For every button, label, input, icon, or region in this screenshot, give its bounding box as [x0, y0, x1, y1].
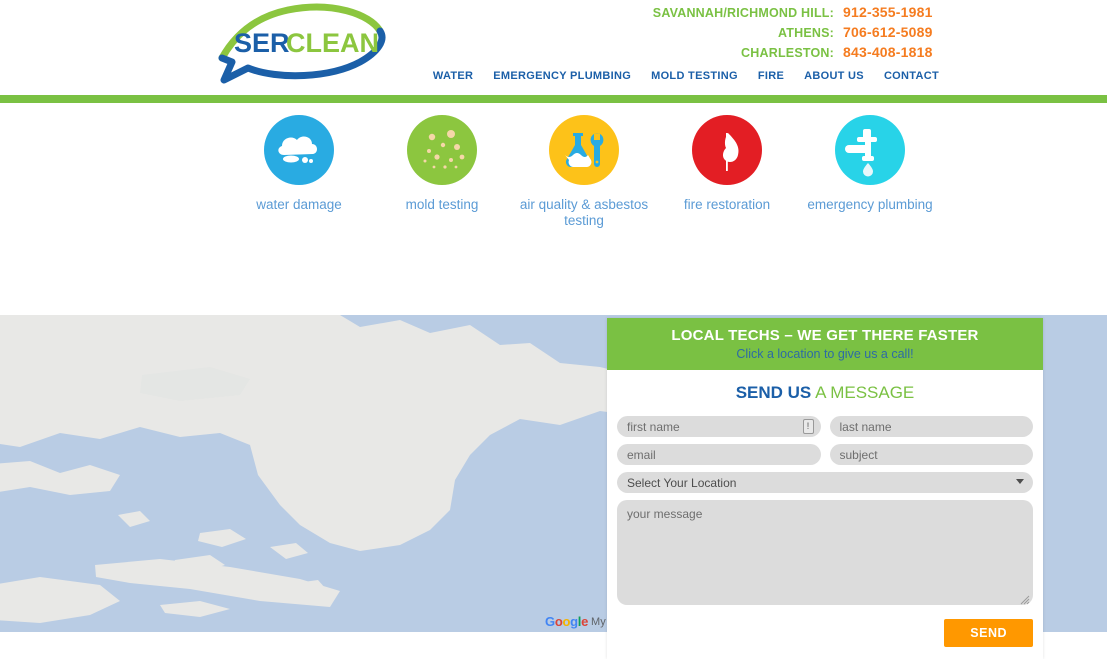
email-subject-row — [617, 444, 1033, 465]
nav-item-mold-testing[interactable]: MOLD TESTING — [651, 70, 738, 82]
site-header: SER CLEAN SAVANNAH/RICHMOND HILL: 912-35… — [0, 0, 1107, 95]
contact-phone-number[interactable]: 912-355-1981 — [843, 4, 939, 20]
logo-text-clean: CLEAN — [286, 28, 379, 58]
form-title: SEND US A MESSAGE — [617, 383, 1033, 403]
contact-row[interactable]: CHARLESTON: 843-408-1818 — [653, 44, 939, 64]
services-strip: water damage mold testing air quality & … — [0, 103, 1107, 315]
subject-input[interactable] — [829, 444, 1033, 465]
last-name-input[interactable] — [829, 416, 1033, 437]
send-row: SEND — [617, 619, 1033, 647]
email-input[interactable] — [617, 444, 821, 465]
nav-item-about-us[interactable]: ABOUT US — [804, 70, 864, 82]
contact-city-label: CHARLESTON: — [741, 46, 834, 60]
mold-spores-icon — [407, 115, 477, 185]
message-textarea[interactable] — [617, 500, 1033, 605]
main-navigation: WATER EMERGENCY PLUMBING MOLD TESTING FI… — [433, 70, 939, 82]
contact-panel: LOCAL TECHS – WE GET THERE FASTER Click … — [607, 318, 1043, 659]
panel-subheadline: Click a location to give us a call! — [736, 347, 914, 361]
contact-form: SEND US A MESSAGE ! Select Your Location — [607, 370, 1043, 659]
panel-headline: LOCAL TECHS – WE GET THERE FASTER — [671, 327, 979, 344]
google-logo: Google — [545, 614, 589, 629]
fish-logo-icon: SER CLEAN — [218, 3, 386, 84]
contact-phone-number[interactable]: 706-612-5089 — [843, 24, 939, 40]
name-row: ! — [617, 416, 1033, 437]
flask-wrench-icon — [549, 115, 619, 185]
location-select[interactable]: Select Your Location — [617, 472, 1033, 493]
contact-row[interactable]: SAVANNAH/RICHMOND HILL: 912-355-1981 — [653, 4, 939, 24]
service-item-emergency-plumbing[interactable]: emergency plumbing — [785, 115, 955, 213]
nav-item-fire[interactable]: FIRE — [758, 70, 784, 82]
water-cloud-icon — [264, 115, 334, 185]
email-wrapper — [617, 444, 821, 465]
contact-phone-number[interactable]: 843-408-1818 — [843, 44, 939, 60]
subject-wrapper — [829, 444, 1033, 465]
contact-panel-header: LOCAL TECHS – WE GET THERE FASTER Click … — [607, 318, 1043, 370]
site-logo[interactable]: SER CLEAN — [210, 0, 400, 86]
faucet-drip-icon — [835, 115, 905, 185]
contact-phone-list: SAVANNAH/RICHMOND HILL: 912-355-1981 ATH… — [653, 4, 939, 64]
first-name-wrapper: ! — [617, 416, 821, 437]
logo-text-ser: SER — [234, 28, 290, 58]
last-name-wrapper — [829, 416, 1033, 437]
form-title-green: A MESSAGE — [811, 383, 915, 402]
service-label: emergency plumbing — [807, 197, 933, 212]
nav-item-emergency-plumbing[interactable]: EMERGENCY PLUMBING — [493, 70, 631, 82]
nav-item-contact[interactable]: CONTACT — [884, 70, 939, 82]
contact-city-label: ATHENS: — [777, 26, 834, 40]
message-wrapper — [617, 500, 1033, 610]
send-button[interactable]: SEND — [944, 619, 1033, 647]
validation-warning-icon: ! — [802, 419, 814, 434]
header-green-divider — [0, 95, 1107, 103]
contact-row[interactable]: ATHENS: 706-612-5089 — [653, 24, 939, 44]
first-name-input[interactable] — [617, 416, 821, 437]
location-select-wrapper: Select Your Location — [617, 472, 1033, 493]
form-title-blue: SEND US — [735, 383, 812, 402]
nav-item-water[interactable]: WATER — [433, 70, 473, 82]
contact-city-label: SAVANNAH/RICHMOND HILL: — [652, 6, 834, 20]
flame-icon — [692, 115, 762, 185]
